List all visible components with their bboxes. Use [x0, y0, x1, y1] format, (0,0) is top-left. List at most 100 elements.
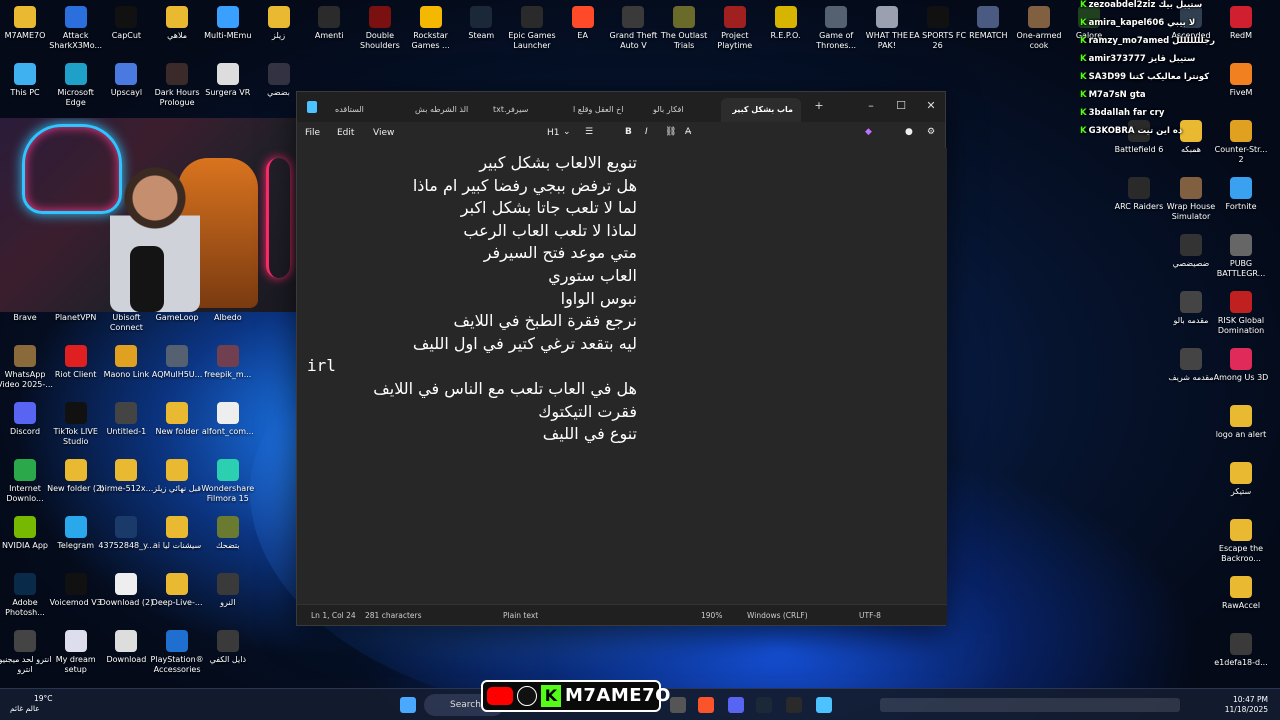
desktop-shortcut[interactable]: freepik_m...	[199, 341, 257, 380]
tab-active[interactable]: ماب بشكل كبير	[721, 98, 801, 122]
zoom-level[interactable]: 190%	[701, 611, 722, 620]
desktop-shortcut[interactable]: Game of Thrones...	[807, 2, 865, 51]
desktop-shortcut[interactable]: TikTok LIVE Studio	[47, 398, 105, 447]
shortcut-label: alfont_com...	[201, 427, 254, 436]
link-icon[interactable]: ⛓	[665, 127, 676, 137]
desktop-shortcut[interactable]: birme-512x...	[97, 455, 155, 494]
desktop-shortcut[interactable]: ستيكر	[1212, 458, 1270, 497]
maximize-button[interactable]: ☐	[887, 96, 915, 116]
tab-0[interactable]: الستاقده	[327, 98, 372, 122]
desktop-shortcut[interactable]: Maono Link	[97, 341, 155, 380]
desktop-shortcut[interactable]: Download	[97, 626, 155, 665]
desktop-shortcut[interactable]: Deep-Live-...	[148, 569, 206, 608]
list-icon[interactable]: ☰	[585, 127, 593, 137]
desktop-shortcut[interactable]: Untitled-1	[97, 398, 155, 437]
desktop-shortcut[interactable]: New folder	[148, 398, 206, 437]
terminal-taskbar-icon[interactable]	[786, 697, 802, 713]
menu-file[interactable]: File	[305, 128, 320, 138]
desktop-shortcut[interactable]: 43752848_y...	[97, 512, 155, 551]
text-editor[interactable]: تنويع الالعاب بشكل كبير هل ترفض ببجي رفضا…	[297, 148, 947, 606]
pc-icon	[14, 63, 36, 85]
notepad-taskbar-icon[interactable]	[816, 697, 832, 713]
desktop-shortcut[interactable]: My dream setup	[47, 626, 105, 675]
desktop-shortcut[interactable]: Steam	[452, 2, 510, 41]
desktop-shortcut[interactable]: EA SPORTS FC 26	[909, 2, 967, 51]
taskbar-app-icon[interactable]	[670, 697, 686, 713]
tab-4[interactable]: افكار بالو	[645, 98, 692, 122]
line-ending[interactable]: Windows (CRLF)	[747, 611, 808, 620]
desktop-shortcut[interactable]: The Outlast Trials	[655, 2, 713, 51]
weather-widget[interactable]: 19°C عالم غائم	[10, 694, 53, 714]
menu-edit[interactable]: Edit	[337, 128, 354, 138]
desktop-shortcut[interactable]: New folder (2)	[47, 455, 105, 494]
desktop-shortcut[interactable]: PUBG BATTLEGR...	[1212, 230, 1270, 279]
copilot-icon[interactable]: ◆	[865, 127, 872, 137]
desktop-shortcut[interactable]: Dark Hours Prologue	[148, 59, 206, 108]
desktop-shortcut[interactable]: ARC Raiders	[1110, 173, 1168, 212]
tab-1[interactable]: الذ الشرطه بش	[407, 98, 476, 122]
bold-icon[interactable]: B	[625, 127, 632, 137]
desktop-shortcut[interactable]: مقدمه شريف	[1162, 344, 1220, 383]
desktop-shortcut[interactable]: زيلز	[250, 2, 308, 41]
desktop-shortcut[interactable]: Epic Games Launcher	[503, 2, 561, 51]
desktop-shortcut[interactable]: EA	[554, 2, 612, 41]
desktop-shortcut[interactable]: Riot Client	[47, 341, 105, 380]
desktop-shortcut[interactable]: Escape the Backroo...	[1212, 515, 1270, 564]
brave-taskbar-icon[interactable]	[698, 697, 714, 713]
desktop-shortcut[interactable]: e1defa18-d...	[1212, 629, 1270, 668]
clear-format-icon[interactable]: A̶	[685, 127, 691, 137]
desktop-shortcut[interactable]: Download (2)	[97, 569, 155, 608]
desktop-shortcut[interactable]: logo an alert	[1212, 401, 1270, 440]
desktop-shortcut[interactable]: Fortnite	[1212, 173, 1270, 212]
desktop-shortcut[interactable]: ai سيشنات ليا	[148, 512, 206, 551]
desktop-shortcut[interactable]: PlayStation® Accessories	[148, 626, 206, 675]
desktop-shortcut[interactable]: Upscayl	[97, 59, 155, 98]
new-tab-button[interactable]: +	[805, 96, 833, 116]
desktop-shortcut[interactable]: قبل نهائي زيلز	[148, 455, 206, 494]
desktop-shortcut[interactable]: Multi-MEmu	[199, 2, 257, 41]
account-icon[interactable]: ●	[905, 127, 913, 137]
desktop-shortcut[interactable]: Wondershare Filmora 15	[199, 455, 257, 504]
minimize-button[interactable]: –	[857, 96, 885, 116]
desktop-shortcut[interactable]: Rockstar Games ...	[402, 2, 460, 51]
desktop-shortcut[interactable]: REMATCH	[959, 2, 1017, 41]
italic-icon[interactable]: I	[645, 127, 648, 137]
desktop-shortcut[interactable]: ضصيضصي	[1162, 230, 1220, 269]
desktop-shortcut[interactable]: بتضحك	[199, 512, 257, 551]
settings-gear-icon[interactable]: ⚙	[927, 127, 935, 137]
menu-view[interactable]: View	[373, 128, 394, 138]
desktop-shortcut[interactable]: RawAccel	[1212, 572, 1270, 611]
tab-3[interactable]: اخ العقل وقلع ا	[565, 98, 631, 122]
desktop-shortcut[interactable]: AQMulH5U...	[148, 341, 206, 380]
format-indicator[interactable]: Plain text	[503, 611, 538, 620]
discord-taskbar-icon[interactable]	[728, 697, 744, 713]
desktop-shortcut[interactable]: Double Shoulders	[351, 2, 409, 51]
desktop-shortcut[interactable]: النرو	[199, 569, 257, 608]
desktop-shortcut[interactable]: RISK Global Domination	[1212, 287, 1270, 336]
start-icon[interactable]	[400, 697, 416, 713]
system-tray[interactable]	[880, 698, 1180, 712]
desktop-shortcut[interactable]: مقدمه بالو	[1162, 287, 1220, 326]
desktop-shortcut[interactable]: Among Us 3D	[1212, 344, 1270, 383]
close-button[interactable]: ✕	[917, 96, 945, 116]
tab-2[interactable]: سيرفر.txt	[485, 98, 536, 122]
desktop-shortcut[interactable]: alfont_com...	[199, 398, 257, 437]
desktop-shortcut[interactable]: Voicemod V3	[47, 569, 105, 608]
clock[interactable]: 10:47 PM 11/18/2025	[1212, 695, 1268, 715]
desktop-shortcut[interactable]: WHAT THE PAK!	[858, 2, 916, 51]
desktop-shortcut[interactable]: R.E.P.O.	[757, 2, 815, 41]
desktop-shortcut[interactable]: Grand Theft Auto V	[604, 2, 662, 51]
desktop-shortcut[interactable]: Surgera VR	[199, 59, 257, 98]
steam-taskbar-icon[interactable]	[756, 697, 772, 713]
desktop-shortcut[interactable]: Project Playtime	[706, 2, 764, 51]
desktop-shortcut[interactable]: Amenti	[300, 2, 358, 41]
desktop-shortcut[interactable]: Microsoft Edge	[47, 59, 105, 108]
desktop-shortcut[interactable]: ذايل الكفي	[199, 626, 257, 665]
desktop-shortcut[interactable]: Attack SharkX3Mo...	[47, 2, 105, 51]
desktop-shortcut[interactable]: ملاهي	[148, 2, 206, 41]
desktop-shortcut[interactable]: Telegram	[47, 512, 105, 551]
encoding[interactable]: UTF-8	[859, 611, 881, 620]
desktop-shortcut[interactable]: Wrap House Simulator	[1162, 173, 1220, 222]
heading-dropdown[interactable]: H1	[547, 128, 560, 138]
desktop-shortcut[interactable]: CapCut	[97, 2, 155, 41]
